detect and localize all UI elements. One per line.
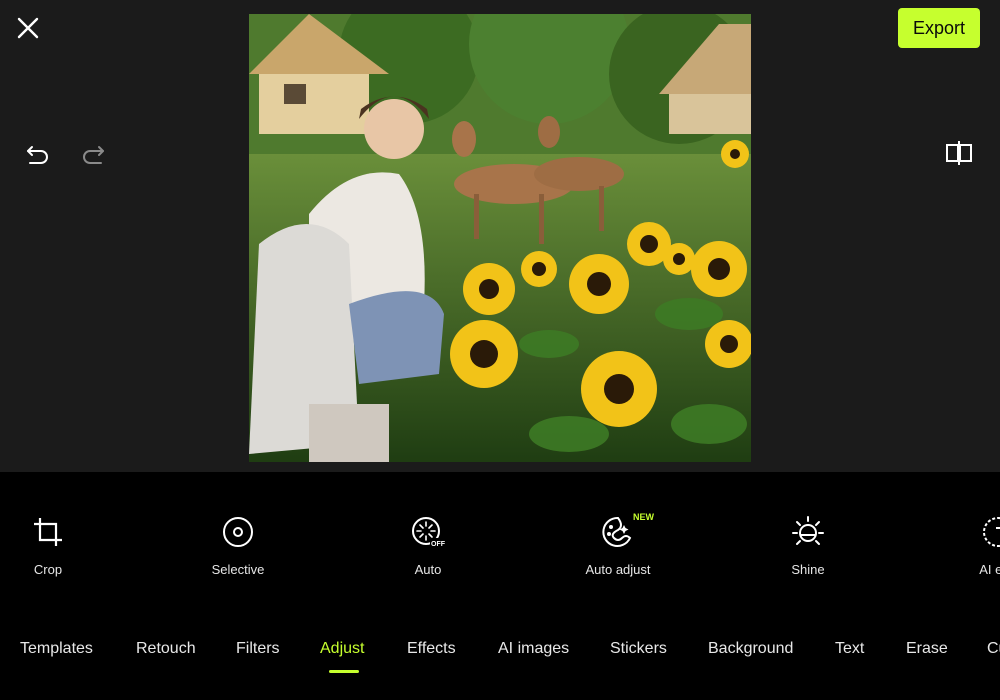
canvas-area: Export [0,0,1000,472]
tab-stickers[interactable]: Stickers [610,640,667,658]
tool-label: Crop [33,562,63,577]
tab-erase[interactable]: Erase [906,640,948,658]
tool-selective[interactable]: Selective [168,514,308,577]
tab-cutout[interactable]: Cu [987,640,1000,658]
tab-background[interactable]: Background [708,640,793,658]
tab-ai-images[interactable]: AI images [498,640,569,658]
tab-text[interactable]: Text [835,640,864,658]
tab-effects[interactable]: Effects [407,640,456,658]
close-button[interactable] [14,14,42,42]
selective-icon [223,517,253,547]
tool-label: Selective [211,562,265,577]
tool-ai-enhance[interactable]: AI enh [928,514,1000,577]
redo-button [79,140,107,168]
tool-label: Shine [791,562,825,577]
auto-icon: OFF [412,517,446,548]
tab-filters[interactable]: Filters [236,640,280,658]
undo-icon [27,146,48,164]
tool-crop[interactable]: Crop [0,514,118,577]
photo-preview[interactable] [249,14,751,462]
shine-icon [792,516,824,545]
tab-retouch[interactable]: Retouch [136,640,196,658]
tool-label: Auto [414,562,442,577]
new-badge: NEW [633,512,654,522]
undo-button[interactable] [24,140,52,168]
tab-templates[interactable]: Templates [20,640,93,658]
crop-icon [34,518,62,546]
active-tab-indicator [329,670,359,673]
tool-label: Auto adjust [585,562,651,577]
compare-icon [946,141,972,165]
auto-adjust-icon [602,516,632,547]
compare-button[interactable] [944,138,974,168]
export-button[interactable]: Export [898,8,980,48]
ai-enhance-icon [983,517,1000,547]
tool-label: AI enh [979,562,1000,577]
tool-shine[interactable]: Shine [738,514,878,577]
bottom-panel: Crop Selective OFF Auto NEW Auto adjust … [0,472,1000,700]
redo-icon [83,146,104,164]
tool-auto[interactable]: OFF Auto [358,514,498,577]
svg-text:OFF: OFF [431,541,446,548]
tool-auto-adjust[interactable]: NEW Auto adjust [548,512,688,577]
close-icon [17,17,39,39]
photo-image [249,14,751,462]
tab-adjust[interactable]: Adjust [320,640,364,658]
